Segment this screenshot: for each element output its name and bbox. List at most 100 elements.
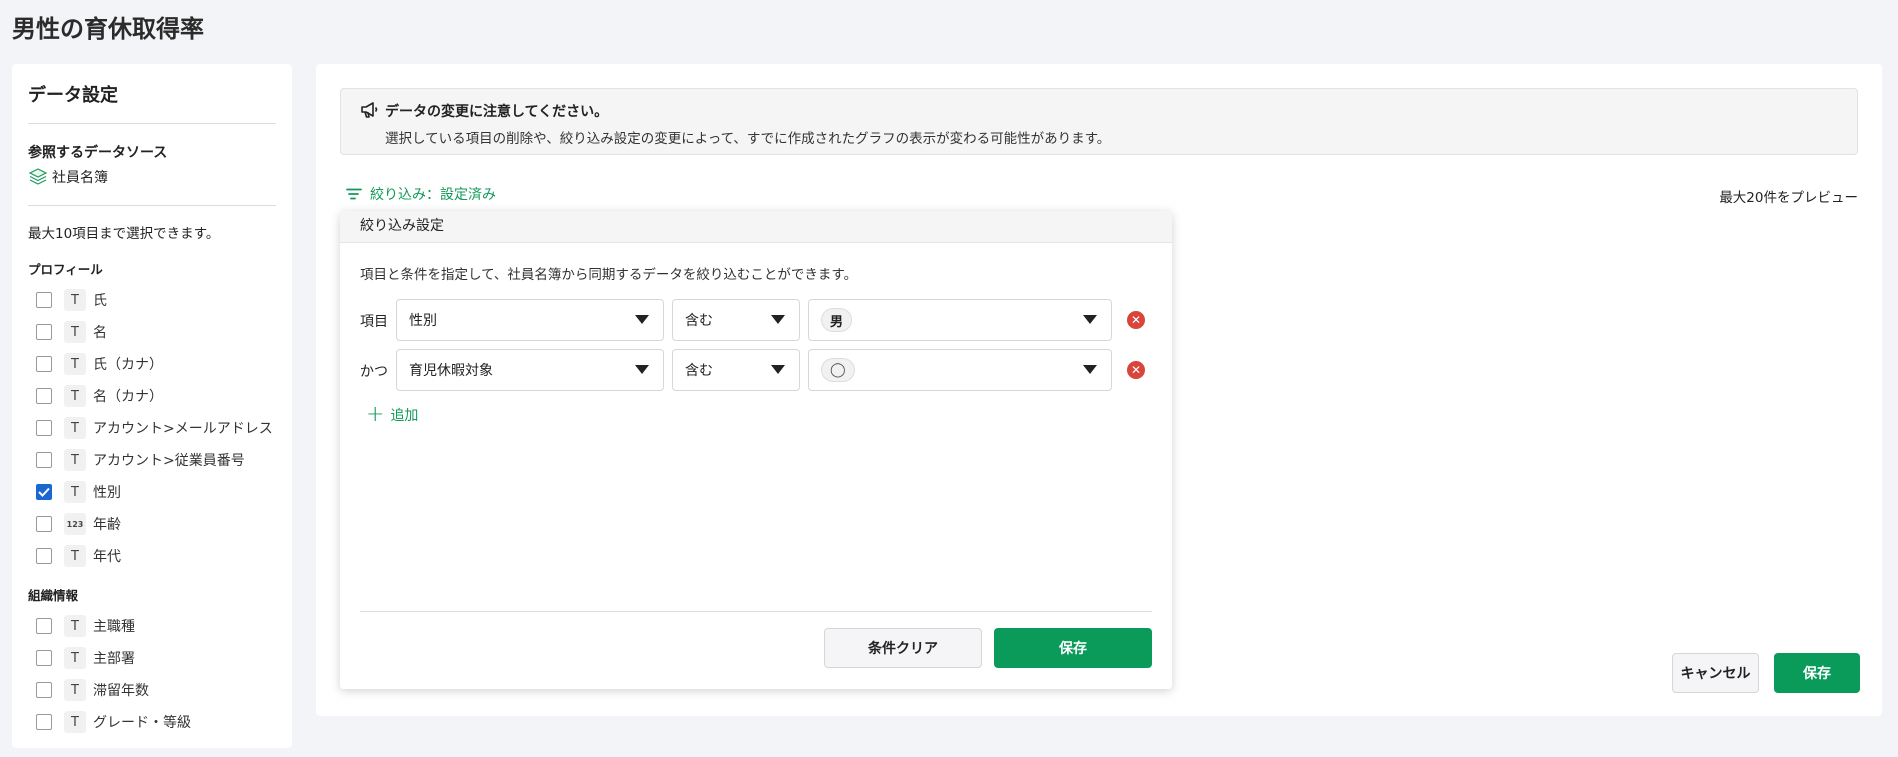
delete-condition-icon[interactable]: ✕: [1127, 361, 1145, 379]
page-title: 男性の育休取得率: [12, 15, 204, 43]
data-settings-panel: データ設定 参照するデータソース 社員名簿 最大10項目まで選択できます。 プロ…: [12, 64, 292, 748]
filter-toggle-link[interactable]: 絞り込み：設定済み: [346, 184, 496, 204]
operator-select-value: 含む: [685, 313, 713, 329]
text-type-icon: T: [64, 417, 86, 439]
condition-label: かつ: [360, 364, 388, 380]
field-label: 主職種: [93, 619, 135, 635]
notice-title: データの変更に注意してください。: [385, 104, 609, 120]
field-label: 氏: [93, 293, 107, 309]
field-row[interactable]: T名: [36, 320, 107, 344]
condition-field-select[interactable]: 性別: [396, 299, 664, 341]
field-checkbox-checked[interactable]: [36, 484, 52, 500]
field-checkbox[interactable]: [36, 452, 52, 468]
profile-group-title: プロフィール: [28, 262, 103, 277]
data-settings-title: データ設定: [28, 85, 118, 106]
divider: [28, 123, 276, 124]
divider: [360, 611, 1152, 612]
save-button[interactable]: 保存: [1774, 653, 1860, 693]
field-checkbox[interactable]: [36, 356, 52, 372]
text-type-icon: T: [64, 481, 86, 503]
field-row[interactable]: T 性別: [36, 480, 121, 504]
add-condition-label: 追加: [390, 408, 419, 424]
field-row[interactable]: T 滞留年数: [36, 678, 149, 702]
value-chip: ◯: [821, 358, 855, 382]
value-chip: 男: [821, 308, 853, 332]
field-row[interactable]: T 名（カナ）: [36, 384, 163, 408]
field-select-value: 性別: [409, 313, 437, 329]
caret-down-icon: [771, 315, 785, 324]
text-type-icon: T: [64, 321, 86, 343]
filter-settings-popup: 絞り込み設定 項目と条件を指定して、社員名簿から同期するデータを絞り込むことがで…: [340, 211, 1172, 689]
field-checkbox[interactable]: [36, 682, 52, 698]
datasource-title: 参照するデータソース: [28, 145, 168, 161]
condition-operator-select[interactable]: 含む: [672, 299, 800, 341]
field-checkbox[interactable]: [36, 324, 52, 340]
checkmark-icon: [38, 487, 50, 497]
field-row[interactable]: T アカウント>従業員番号: [36, 448, 245, 472]
field-row[interactable]: T氏: [36, 288, 107, 312]
number-type-icon: 123: [64, 513, 86, 535]
datasource-item: 社員名簿: [28, 167, 108, 187]
field-label: 氏（カナ）: [93, 357, 163, 373]
field-row[interactable]: T 年代: [36, 544, 121, 568]
field-checkbox[interactable]: [36, 618, 52, 634]
text-type-icon: T: [64, 615, 86, 637]
change-warning-notice: データの変更に注意してください。 選択している項目の削除や、絞り込み設定の変更に…: [340, 88, 1858, 155]
field-label: アカウント>メールアドレス: [93, 421, 273, 437]
caret-down-icon: [1083, 365, 1097, 374]
text-type-icon: T: [64, 449, 86, 471]
condition-operator-select[interactable]: 含む: [672, 349, 800, 391]
popup-description: 項目と条件を指定して、社員名簿から同期するデータを絞り込むことができます。: [360, 267, 858, 283]
field-row[interactable]: T アカウント>メールアドレス: [36, 416, 273, 440]
datasource-icon: [28, 168, 48, 185]
field-checkbox[interactable]: [36, 388, 52, 404]
caret-down-icon: [635, 315, 649, 324]
cancel-button[interactable]: キャンセル: [1672, 653, 1759, 693]
datasource-name: 社員名簿: [52, 170, 108, 186]
field-checkbox[interactable]: [36, 714, 52, 730]
field-select-value: 育児休暇対象: [409, 363, 493, 379]
field-label: 年代: [93, 549, 121, 565]
condition-field-select[interactable]: 育児休暇対象: [396, 349, 664, 391]
caret-down-icon: [771, 365, 785, 374]
caret-down-icon: [635, 365, 649, 374]
filter-icon: [346, 188, 362, 200]
org-group-title: 組織情報: [28, 588, 79, 603]
field-row[interactable]: T 氏（カナ）: [36, 352, 163, 376]
field-row[interactable]: T 主部署: [36, 646, 135, 670]
field-checkbox[interactable]: [36, 420, 52, 436]
delete-condition-icon[interactable]: ✕: [1127, 311, 1145, 329]
preview-note: 最大20件をプレビュー: [1719, 190, 1858, 206]
popup-save-button[interactable]: 保存: [994, 628, 1152, 668]
filter-link-label: 絞り込み：設定済み: [370, 187, 496, 203]
text-type-icon: T: [64, 289, 86, 311]
text-type-icon: T: [64, 353, 86, 375]
text-type-icon: T: [64, 679, 86, 701]
caret-down-icon: [1083, 315, 1097, 324]
field-label: 主部署: [93, 651, 135, 667]
field-checkbox[interactable]: [36, 516, 52, 532]
popup-title: 絞り込み設定: [340, 211, 1172, 243]
condition-value-select[interactable]: ◯: [808, 349, 1112, 391]
field-label: 名: [93, 325, 107, 341]
notice-body: 選択している項目の削除や、絞り込み設定の変更によって、すでに作成されたグラフの表…: [385, 131, 1111, 147]
clear-conditions-button[interactable]: 条件クリア: [824, 628, 982, 668]
field-row[interactable]: T グレード・等級: [36, 710, 191, 734]
text-type-icon: T: [64, 711, 86, 733]
plus-icon: +: [366, 402, 385, 427]
field-label: 年齢: [93, 517, 121, 533]
field-checkbox[interactable]: [36, 548, 52, 564]
text-type-icon: T: [64, 647, 86, 669]
field-checkbox[interactable]: [36, 650, 52, 666]
text-type-icon: T: [64, 385, 86, 407]
field-label: 滞留年数: [93, 683, 149, 699]
divider: [28, 205, 276, 206]
field-label: グレード・等級: [93, 715, 191, 731]
field-label: 名（カナ）: [93, 389, 163, 405]
condition-value-select[interactable]: 男: [808, 299, 1112, 341]
field-checkbox[interactable]: [36, 292, 52, 308]
add-condition-button[interactable]: + 追加: [366, 402, 419, 427]
field-row[interactable]: T 主職種: [36, 614, 135, 638]
condition-label: 項目: [360, 314, 388, 330]
field-row[interactable]: 123 年齢: [36, 512, 121, 536]
